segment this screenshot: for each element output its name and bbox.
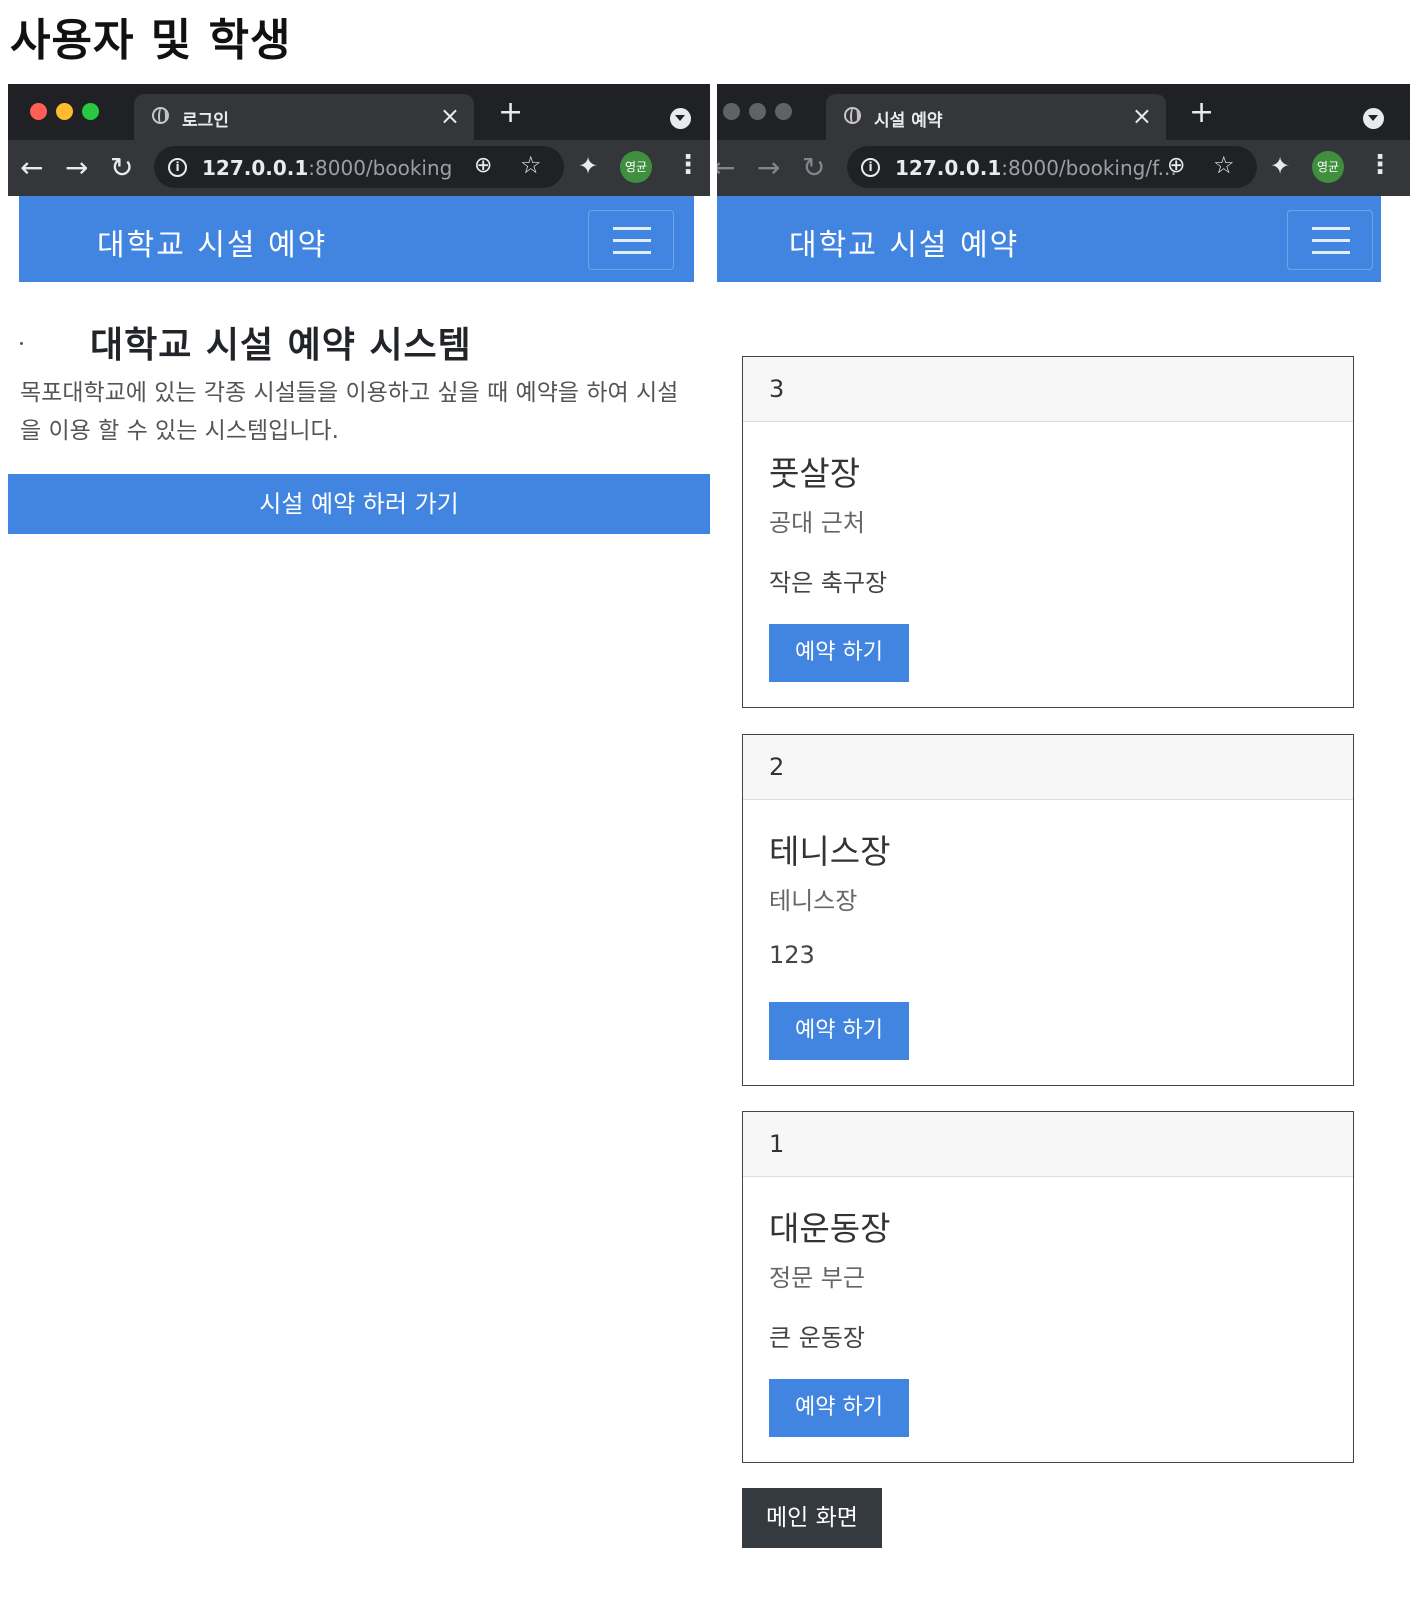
tab-bar: 시설 예약 × + [717, 84, 1410, 140]
page-heading: 사용자 및 학생 [10, 15, 292, 66]
facility-description: 큰 운동장 [769, 1324, 865, 1352]
profile-avatar[interactable]: 영균 [620, 151, 652, 183]
extensions-puzzle-icon[interactable]: ✦ [1270, 152, 1290, 180]
back-arrow-icon[interactable]: ← [717, 148, 735, 188]
facility-name: 풋살장 [769, 454, 861, 493]
facility-description: 작은 축구장 [769, 569, 888, 597]
card-id: 1 [743, 1112, 1353, 1177]
info-icon[interactable]: i [861, 158, 880, 177]
zoom-icon[interactable]: ⊕ [1167, 153, 1185, 178]
globe-icon [844, 107, 861, 124]
close-tab-icon[interactable]: × [440, 102, 460, 130]
maximize-window-button[interactable] [775, 103, 792, 120]
address-bar[interactable]: i 127.0.0.1:8000/booking ⊕ ☆ [154, 146, 564, 188]
zoom-icon[interactable]: ⊕ [474, 153, 492, 178]
facility-location: 테니스장 [769, 887, 858, 915]
new-tab-button[interactable]: + [1189, 98, 1214, 128]
minimize-window-button[interactable] [56, 103, 73, 120]
globe-icon [152, 107, 169, 124]
close-window-button[interactable] [30, 103, 47, 120]
navbar-toggler-icon[interactable] [588, 210, 674, 270]
book-button[interactable]: 예약 하기 [769, 624, 909, 682]
maximize-window-button[interactable] [82, 103, 99, 120]
site-navbar: 대학교 시설 예약 [717, 196, 1381, 282]
url-text: 127.0.0.1:8000/booking [202, 156, 453, 180]
reload-icon[interactable]: ↻ [110, 148, 133, 188]
profile-avatar[interactable]: 영균 [1312, 151, 1344, 183]
facility-card: 1 대운동장 정문 부근 큰 운동장 예약 하기 [742, 1111, 1354, 1463]
card-id: 2 [743, 735, 1353, 800]
facility-card: 2 테니스장 테니스장 123 예약 하기 [742, 734, 1354, 1086]
url-text: 127.0.0.1:8000/booking/f... [895, 156, 1177, 180]
window-controls [30, 103, 108, 124]
bookmark-star-icon[interactable]: ☆ [520, 151, 542, 179]
right-browser-window: 시설 예약 × + ← → ↻ i 127.0.0.1:8000/booking… [717, 84, 1410, 1604]
forward-arrow-icon[interactable]: → [757, 148, 780, 188]
book-button[interactable]: 예약 하기 [769, 1379, 909, 1437]
go-to-booking-button[interactable]: 시설 예약 하러 가기 [8, 474, 710, 534]
close-window-button[interactable] [723, 103, 740, 120]
hero-title: 대학교 시설 예약 시스템 [90, 325, 472, 366]
tab-title: 로그인 [182, 111, 229, 131]
bookmark-star-icon[interactable]: ☆ [1213, 151, 1235, 179]
forward-arrow-icon[interactable]: → [65, 148, 88, 188]
extensions-puzzle-icon[interactable]: ✦ [578, 152, 598, 180]
bullet-dot [20, 342, 23, 345]
card-id: 3 [743, 357, 1353, 422]
browser-menu-icon[interactable]: ⋮ [1367, 150, 1393, 180]
tab-title: 시설 예약 [874, 111, 943, 131]
main-screen-button[interactable]: 메인 화면 [742, 1488, 882, 1548]
book-button[interactable]: 예약 하기 [769, 1002, 909, 1060]
browser-tab-login[interactable]: 로그인 × [134, 94, 474, 140]
reload-icon[interactable]: ↻ [802, 148, 825, 188]
navbar-brand[interactable]: 대학교 시설 예약 [97, 220, 327, 264]
site-navbar: 대학교 시설 예약 [19, 196, 694, 282]
window-controls [723, 103, 801, 124]
facility-description: 123 [769, 941, 815, 969]
left-browser-window: 로그인 × + ← → ↻ i 127.0.0.1:8000/booking ⊕… [8, 84, 710, 1604]
facility-name: 테니스장 [769, 832, 891, 871]
navbar-brand[interactable]: 대학교 시설 예약 [789, 220, 1019, 264]
tab-search-icon[interactable] [670, 108, 691, 129]
tab-search-icon[interactable] [1363, 108, 1384, 129]
close-tab-icon[interactable]: × [1132, 102, 1152, 130]
facility-card: 3 풋살장 공대 근처 작은 축구장 예약 하기 [742, 356, 1354, 708]
new-tab-button[interactable]: + [498, 98, 523, 128]
minimize-window-button[interactable] [749, 103, 766, 120]
facility-location: 정문 부근 [769, 1264, 865, 1292]
hero-description: 목포대학교에 있는 각종 시설들을 이용하고 싶을 때 예약을 하여 시설을 이… [20, 380, 679, 444]
back-arrow-icon[interactable]: ← [20, 148, 43, 188]
address-bar[interactable]: i 127.0.0.1:8000/booking/f... ⊕ ☆ [847, 146, 1257, 188]
facility-name: 대운동장 [769, 1209, 891, 1248]
browser-tab-facility-booking[interactable]: 시설 예약 × [826, 94, 1166, 140]
facility-location: 공대 근처 [769, 509, 865, 537]
browser-menu-icon[interactable]: ⋮ [675, 150, 701, 180]
navbar-toggler-icon[interactable] [1287, 210, 1373, 270]
info-icon[interactable]: i [168, 158, 187, 177]
tab-bar: 로그인 × + [8, 84, 710, 140]
